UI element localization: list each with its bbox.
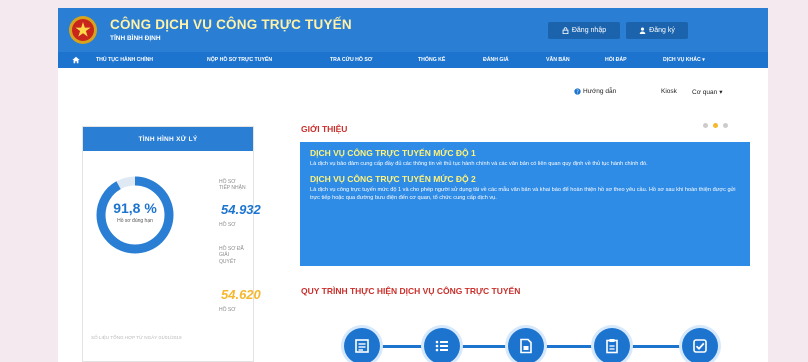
list-icon — [435, 340, 448, 352]
nav-item-statistics[interactable]: THỐNG KÊ — [418, 52, 445, 68]
on-time-ring-chart: 91,8 % Hồ sơ đúng hạn — [94, 174, 176, 256]
nav-item-evaluation[interactable]: ĐÁNH GIÁ — [483, 52, 509, 68]
lock-icon — [562, 27, 569, 34]
process-step-document[interactable] — [508, 328, 544, 362]
process-step-list[interactable] — [424, 328, 460, 362]
nav-item-faq[interactable]: HỎI ĐÁP — [605, 52, 627, 68]
resolved-label-line3: QUYẾT — [219, 258, 237, 265]
nav-item-more-label: DỊCH VỤ KHÁC — [663, 57, 701, 63]
guide-link[interactable]: ? Hướng dẫn — [574, 88, 616, 95]
received-label-line2: TIẾP NHẬN — [219, 185, 246, 192]
on-time-label: Hồ sơ đúng hạn — [117, 218, 153, 224]
agency-label: Cơ quan — [692, 88, 718, 96]
user-icon — [639, 27, 646, 34]
nav-item-documents[interactable]: VĂN BẢN — [546, 52, 570, 68]
resolved-count: 54.620 — [221, 287, 261, 302]
site-subtitle: TỈNH BÌNH ĐỊNH — [110, 35, 161, 42]
register-label: Đăng ký — [649, 27, 675, 34]
level-1-title: DỊCH VỤ CÔNG TRỰC TUYẾN MỨC ĐỘ 1 — [310, 148, 476, 158]
processing-status-panel: TÌNH HÌNH XỬ LÝ 91,8 % Hồ sơ đúng hạn HỒ… — [82, 126, 261, 362]
intro-heading: GIỚI THIỆU — [301, 124, 348, 134]
check-icon — [693, 339, 707, 353]
kiosk-label: Kiosk — [661, 88, 677, 95]
slider-dots — [703, 123, 728, 128]
resolved-unit: HỒ SƠ — [219, 307, 236, 313]
slider-dot[interactable] — [723, 123, 728, 128]
level-2-text: Là dịch vụ công trực tuyến mức độ 1 và c… — [310, 186, 736, 202]
caret-down-icon: ▾ — [702, 57, 705, 63]
slider-dot[interactable] — [703, 123, 708, 128]
home-icon[interactable] — [72, 56, 80, 64]
process-step-check[interactable] — [682, 328, 718, 362]
received-unit: HỒ SƠ — [219, 222, 236, 228]
process-step-form[interactable] — [344, 328, 380, 362]
panel-title: TÌNH HÌNH XỬ LÝ — [83, 127, 253, 151]
svg-text:?: ? — [576, 89, 579, 95]
level-1-text: Là dịch vụ bảo đảm cung cấp đầy đủ các t… — [310, 161, 648, 167]
received-label: HỒ SƠ TIẾP NHẬN — [219, 179, 246, 192]
intro-box: DỊCH VỤ CÔNG TRỰC TUYẾN MỨC ĐỘ 1 Là dịch… — [300, 142, 750, 266]
guide-label: Hướng dẫn — [583, 88, 617, 95]
question-circle-icon: ? — [574, 88, 581, 95]
site-title[interactable]: CÔNG DỊCH VỤ CÔNG TRỰC TUYẾN — [110, 17, 352, 32]
nav-item-lookup[interactable]: TRA CỨU HỒ SƠ — [330, 52, 372, 68]
caret-down-icon: ▾ — [719, 89, 723, 96]
clipboard-icon — [606, 339, 618, 354]
register-button[interactable]: Đăng ký — [626, 22, 688, 39]
login-button[interactable]: Đăng nhập — [548, 22, 620, 39]
slider-dot[interactable] — [713, 123, 718, 128]
level-2-title: DỊCH VỤ CÔNG TRỰC TUYẾN MỨC ĐỘ 2 — [310, 173, 476, 184]
process-heading: QUY TRÌNH THỰC HIỆN DỊCH VỤ CÔNG TRỰC TU… — [301, 286, 521, 296]
nav-item-submit[interactable]: NỘP HỒ SƠ TRỰC TUYẾN — [207, 52, 272, 68]
received-count: 54.932 — [221, 202, 261, 217]
login-label: Đăng nhập — [571, 27, 607, 34]
site-header: CÔNG DỊCH VỤ CÔNG TRỰC TUYẾN TỈNH BÌNH Đ… — [58, 8, 768, 52]
nav-item-more-services[interactable]: DỊCH VỤ KHÁC ▾ — [663, 52, 705, 68]
document-icon — [520, 338, 532, 354]
form-icon — [355, 339, 369, 353]
nav-item-procedures[interactable]: THỦ TỤC HÀNH CHÍNH — [96, 52, 153, 68]
on-time-percent: 91,8 % — [113, 200, 157, 216]
kiosk-link[interactable]: Kiosk — [661, 88, 677, 95]
resolved-label: HỒ SƠ ĐÃ GIẢI QUYẾT — [219, 246, 244, 265]
agency-dropdown[interactable]: Cơ quan ▾ — [692, 88, 723, 97]
page: CÔNG DỊCH VỤ CÔNG TRỰC TUYẾN TỈNH BÌNH Đ… — [58, 8, 768, 362]
national-emblem-icon[interactable] — [68, 15, 98, 45]
process-step-clipboard[interactable] — [594, 328, 630, 362]
main-nav: THỦ TỤC HÀNH CHÍNH NỘP HỒ SƠ TRỰC TUYẾN … — [58, 52, 768, 68]
stats-note: SỐ LIỆU TỔNG HỢP TỪ NGÀY 01/01/2019 — [91, 335, 182, 340]
